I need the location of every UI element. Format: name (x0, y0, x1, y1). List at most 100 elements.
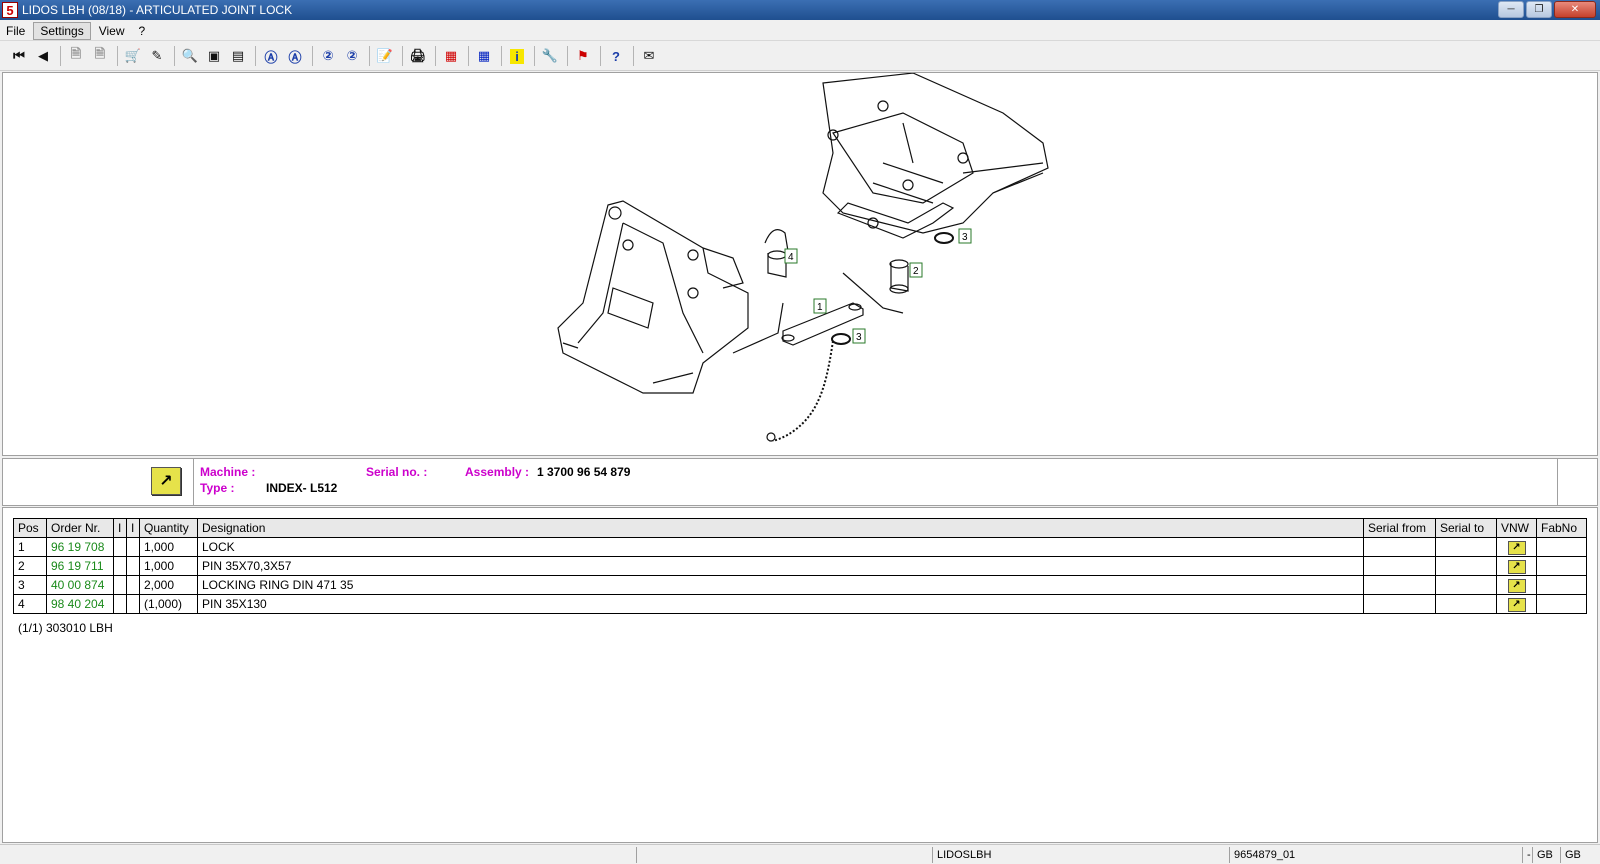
find-b-button[interactable]: Ⓐ (284, 45, 306, 67)
fit-width-button[interactable]: ▤ (227, 45, 249, 67)
menu-settings[interactable]: Settings (33, 21, 91, 40)
first-page-button[interactable]: ⏮ (8, 45, 30, 67)
fit-page-button[interactable]: ▣ (203, 45, 225, 67)
toolbar-separator (600, 46, 601, 66)
col-order-nr[interactable]: Order Nr. (46, 518, 114, 538)
status-dash: - (1522, 847, 1532, 863)
lidos-help-button[interactable]: ? (605, 45, 627, 67)
pos-cell: 4 (13, 594, 47, 614)
restore-icon: ❐ (1534, 4, 1544, 15)
vnw-cell: ↗ (1496, 537, 1537, 557)
maximize-button[interactable]: ❐ (1526, 1, 1552, 18)
page-reference-note: (1/1) 303010 LBH (18, 621, 113, 635)
grid-blue-button[interactable]: ▦ (473, 45, 495, 67)
info-divider (193, 459, 194, 505)
designation-cell: PIN 35X70,3X57 (197, 556, 1364, 576)
title-bar: 5 LIDOS LBH (08/18) - ARTICULATED JOINT … (0, 0, 1600, 20)
menu-view[interactable]: View (93, 23, 131, 39)
status-app: LIDOSLBH (932, 847, 1229, 863)
col-quantity[interactable]: Quantity (139, 518, 198, 538)
table-row[interactable]: 4 98 40 204 (1,000) PIN 35X130 ↗ (13, 594, 1587, 614)
toolbar-separator (534, 46, 535, 66)
window-controls: ─ ❐ ✕ (1498, 1, 1596, 18)
vnw-link-icon[interactable]: ↗ (1507, 560, 1526, 574)
order-nr-cell[interactable]: 40 00 874 (46, 575, 114, 595)
col-serial-to[interactable]: Serial to (1435, 518, 1497, 538)
menu-file[interactable]: File (0, 23, 31, 39)
quantity-cell: 1,000 (139, 537, 198, 557)
order-nr-cell[interactable]: 98 40 204 (46, 594, 114, 614)
i1-cell (113, 575, 127, 595)
designation-cell: LOCKING RING DIN 471 35 (197, 575, 1364, 595)
vnw-cell: ↗ (1496, 594, 1537, 614)
callout-2-label: 2 (913, 266, 919, 277)
serial-from-cell (1363, 537, 1436, 557)
previous-page-button[interactable]: ◀ (32, 45, 54, 67)
window-title: LIDOS LBH (08/18) - ARTICULATED JOINT LO… (22, 3, 293, 17)
serial-to-cell (1435, 575, 1497, 595)
zoom-in-button[interactable]: 🔍 (179, 45, 201, 67)
status-document: 9654879_01 (1229, 847, 1522, 863)
page-forward-button[interactable]: 🗎 (89, 45, 111, 67)
edit-list-button[interactable]: ✎ (146, 45, 168, 67)
page-forward-icon: 🗎 (94, 46, 106, 61)
close-icon: ✕ (1570, 4, 1580, 15)
info-icon: i (510, 48, 524, 64)
fabno-cell (1536, 556, 1587, 576)
order-nr-cell[interactable]: 96 19 708 (46, 537, 114, 557)
col-vnw[interactable]: VNW (1496, 518, 1537, 538)
close-button[interactable]: ✕ (1554, 1, 1596, 18)
toolbar-separator (633, 46, 634, 66)
find-b-icon: Ⓐ (288, 49, 302, 65)
i1-cell (113, 594, 127, 614)
app-logo-icon: 5 (2, 2, 18, 18)
find-2-icon: ② (322, 48, 334, 63)
mail-button[interactable]: ✉ (638, 45, 660, 67)
lidos-flag-button[interactable]: ⚑ (572, 45, 594, 67)
grid-blue-icon: ▦ (477, 48, 491, 63)
minimize-button[interactable]: ─ (1498, 1, 1524, 18)
vnw-link-icon[interactable]: ↗ (1507, 598, 1526, 612)
col-designation[interactable]: Designation (197, 518, 1364, 538)
serial-from-cell (1363, 556, 1436, 576)
cart-button[interactable]: 🛒 (122, 45, 144, 67)
col-i2[interactable]: I (126, 518, 140, 538)
vnw-link-icon[interactable]: ↗ (1507, 541, 1526, 555)
order-nr-cell[interactable]: 96 19 711 (46, 556, 114, 576)
assembly-label: Assembly : (465, 465, 530, 479)
info-button[interactable]: i (506, 45, 528, 67)
table-row[interactable]: 3 40 00 874 2,000 LOCKING RING DIN 471 3… (13, 575, 1587, 595)
first-page-icon: ⏮ (13, 48, 25, 63)
pos-cell: 3 (13, 575, 47, 595)
table-row[interactable]: 2 96 19 711 1,000 PIN 35X70,3X57 ↗ (13, 556, 1587, 576)
callout-4-label: 4 (788, 252, 794, 263)
note-button[interactable]: 📝 (374, 45, 396, 67)
print-button[interactable]: 🖨 (407, 45, 429, 67)
col-serial-from[interactable]: Serial from (1363, 518, 1436, 538)
parts-list-panel: Pos Order Nr. I I Quantity Designation S… (2, 507, 1598, 843)
tools-button[interactable]: 🔧 (539, 45, 561, 67)
fabno-cell (1536, 537, 1587, 557)
toolbar-separator (369, 46, 370, 66)
edit-list-icon: ✎ (151, 48, 163, 63)
col-fabno[interactable]: FabNo (1536, 518, 1587, 538)
pos-cell: 2 (13, 556, 47, 576)
vnw-link-icon[interactable]: ↗ (1507, 579, 1526, 593)
serial-to-cell (1435, 594, 1497, 614)
find-a-button[interactable]: Ⓐ (260, 45, 282, 67)
lidos-help-icon: ? (612, 48, 620, 64)
col-pos[interactable]: Pos (13, 518, 47, 538)
assembly-link-button[interactable]: ↗ (151, 467, 181, 495)
info-divider (1557, 459, 1558, 505)
quantity-cell: (1,000) (139, 594, 198, 614)
page-back-button[interactable]: 🗎 (65, 45, 87, 67)
menu-help[interactable]: ? (133, 23, 152, 39)
find-3-button[interactable]: ② (341, 45, 363, 67)
find-2-button[interactable]: ② (317, 45, 339, 67)
table-row[interactable]: 1 96 19 708 1,000 LOCK ↗ (13, 537, 1587, 557)
col-i1[interactable]: I (113, 518, 127, 538)
grid-red-button[interactable]: ▦ (440, 45, 462, 67)
serial-from-cell (1363, 575, 1436, 595)
fit-width-icon: ▤ (231, 48, 245, 63)
drawing-viewer[interactable]: 1 2 3 3 4 (2, 72, 1598, 456)
